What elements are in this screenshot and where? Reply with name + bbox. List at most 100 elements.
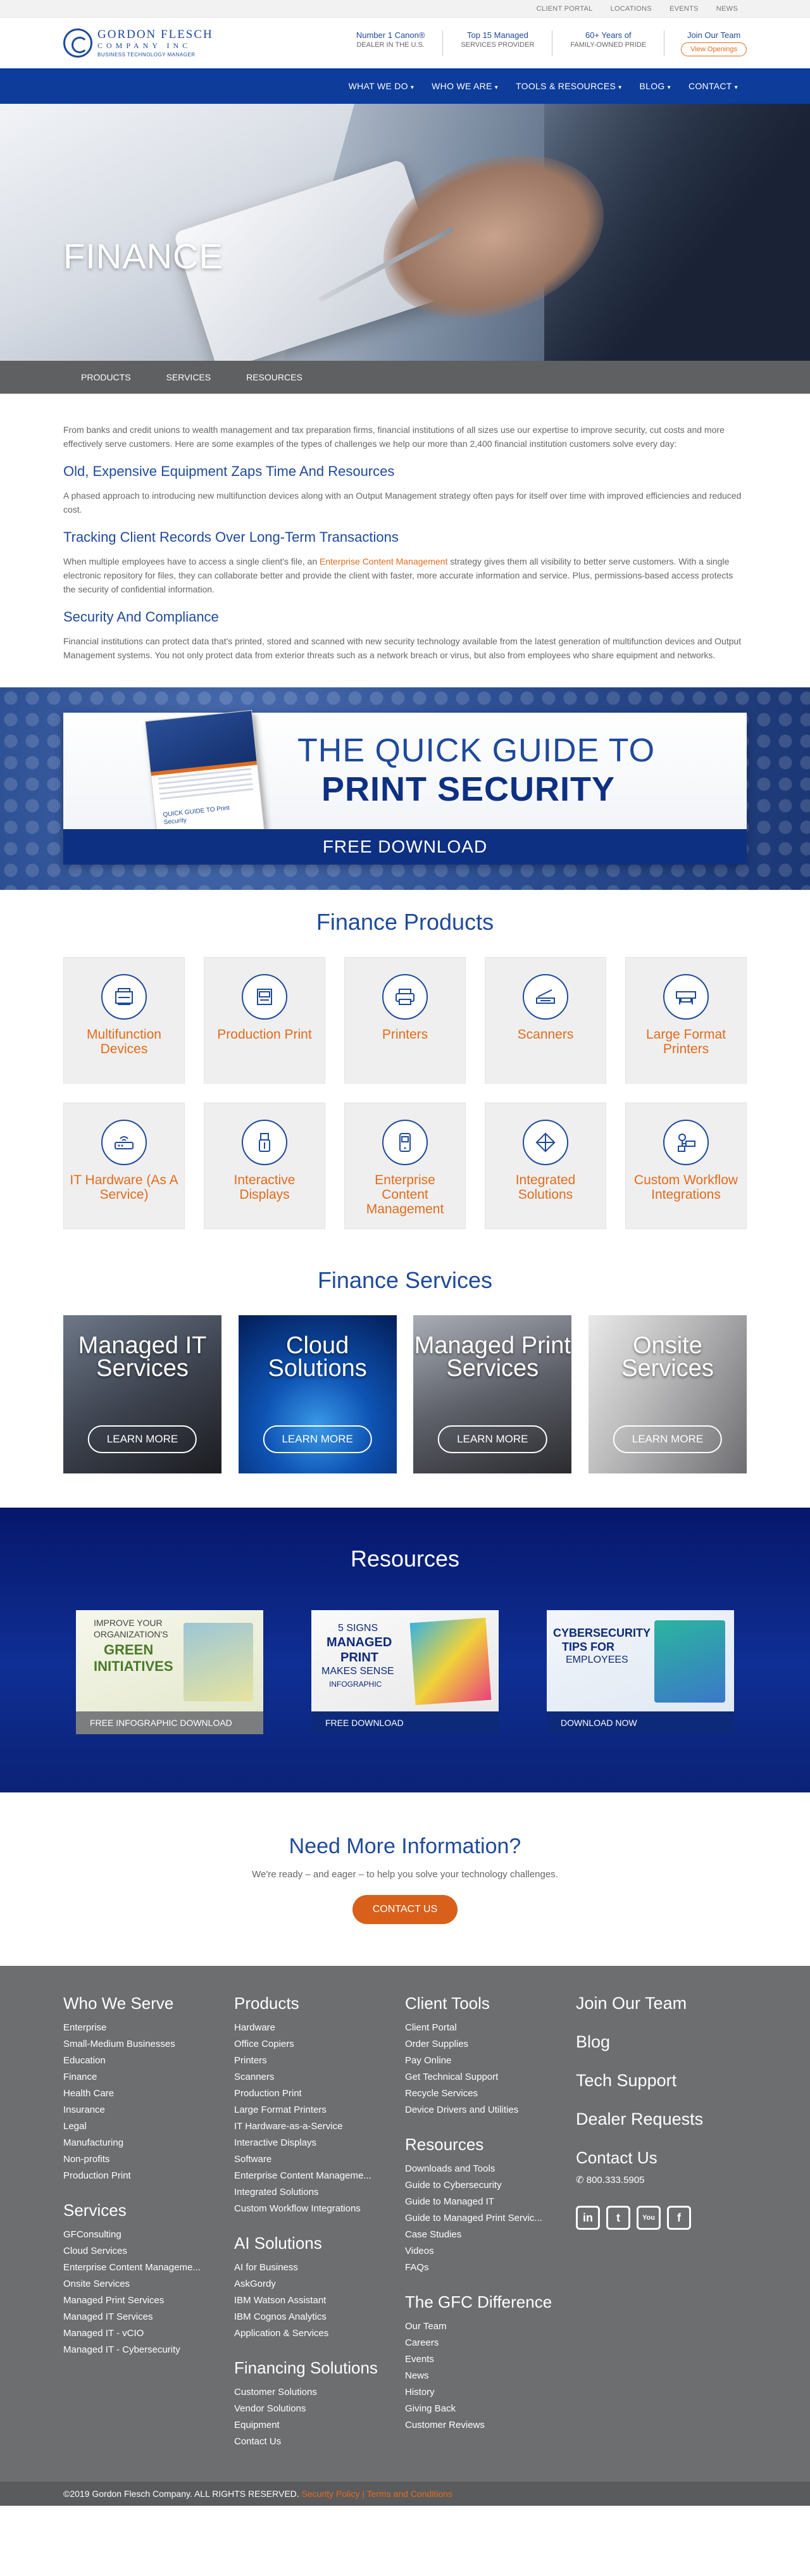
service-card-managed-it[interactable]: Managed IT Services LEARN MORE <box>63 1315 221 1473</box>
footer-link[interactable]: Videos <box>405 2243 563 2260</box>
product-card-production-print[interactable]: Production Print <box>204 957 325 1084</box>
footer-link-dealer-requests[interactable]: Dealer Requests <box>576 2110 747 2129</box>
service-card-managed-print[interactable]: Managed Print Services LEARN MORE <box>413 1315 572 1473</box>
footer-link[interactable]: Get Technical Support <box>405 2069 563 2085</box>
learn-more-button[interactable]: LEARN MORE <box>613 1425 723 1453</box>
footer-link[interactable]: Managed Print Services <box>63 2292 221 2309</box>
footer-link[interactable]: Custom Workflow Integrations <box>234 2201 392 2217</box>
footer-link[interactable]: Device Drivers and Utilities <box>405 2102 563 2118</box>
subnav-services[interactable]: SERVICES <box>149 372 229 382</box>
footer-link[interactable]: AI for Business <box>234 2260 392 2276</box>
learn-more-button[interactable]: LEARN MORE <box>263 1425 372 1453</box>
product-card-multifunction[interactable]: Multifunction Devices <box>63 957 185 1084</box>
footer-link[interactable]: Scanners <box>234 2069 392 2085</box>
utility-link-events[interactable]: EVENTS <box>661 5 707 13</box>
footer-link[interactable]: Small-Medium Businesses <box>63 2036 221 2053</box>
resource-card-managed-print[interactable]: 5 SIGNS MANAGED PRINT MAKES SENSE INFOGR… <box>311 1610 499 1734</box>
footer-link[interactable]: Managed IT Services <box>63 2309 221 2325</box>
nav-blog[interactable]: BLOG ▾ <box>631 81 680 91</box>
footer-link[interactable]: Giving Back <box>405 2401 563 2417</box>
footer-link[interactable]: GFConsulting <box>63 2227 221 2243</box>
footer-link[interactable]: Integrated Solutions <box>234 2184 392 2201</box>
free-download-button[interactable]: FREE DOWNLOAD <box>63 829 747 865</box>
footer-link[interactable]: Events <box>405 2351 563 2368</box>
footer-link[interactable]: Office Copiers <box>234 2036 392 2053</box>
footer-link[interactable]: Order Supplies <box>405 2036 563 2053</box>
product-card-scanners[interactable]: Scanners <box>485 957 606 1084</box>
footer-phone[interactable]: ✆ 800.333.5905 <box>576 2174 747 2185</box>
footer-link[interactable]: Education <box>63 2053 221 2069</box>
footer-link[interactable]: Equipment <box>234 2417 392 2434</box>
footer-link[interactable]: Interactive Displays <box>234 2135 392 2151</box>
footer-link[interactable]: Vendor Solutions <box>234 2401 392 2417</box>
linkedin-icon[interactable]: in <box>576 2206 600 2230</box>
footer-link[interactable]: IT Hardware-as-a-Service <box>234 2118 392 2135</box>
footer-link[interactable]: Software <box>234 2151 392 2168</box>
twitter-icon[interactable]: t <box>606 2206 630 2230</box>
nav-tools-resources[interactable]: TOOLS & RESOURCES ▾ <box>507 81 630 91</box>
product-card-printers[interactable]: Printers <box>344 957 466 1084</box>
ecm-link[interactable]: Enterprise Content Management <box>320 556 447 566</box>
terms-link[interactable]: Terms and Conditions <box>367 2489 452 2499</box>
product-card-custom-workflow[interactable]: Custom Workflow Integrations <box>625 1103 747 1229</box>
footer-link[interactable]: Pay Online <box>405 2053 563 2069</box>
footer-link[interactable]: Downloads and Tools <box>405 2161 563 2177</box>
footer-link[interactable]: Cloud Services <box>63 2243 221 2260</box>
free-download-resource-button[interactable]: FREE DOWNLOAD <box>311 1711 499 1734</box>
utility-link-locations[interactable]: LOCATIONS <box>602 5 661 13</box>
footer-link[interactable]: News <box>405 2368 563 2384</box>
nav-what-we-do[interactable]: WHAT WE DO ▾ <box>340 81 423 91</box>
footer-link[interactable]: Managed IT - Cybersecurity <box>63 2342 221 2358</box>
service-card-onsite[interactable]: Onsite Services LEARN MORE <box>588 1315 747 1473</box>
footer-link[interactable]: Contact Us <box>234 2434 392 2450</box>
footer-link[interactable]: Non-profits <box>63 2151 221 2168</box>
footer-link[interactable]: Enterprise <box>63 2020 221 2036</box>
product-card-large-format[interactable]: Large Format Printers <box>625 957 747 1084</box>
footer-link[interactable]: Hardware <box>234 2020 392 2036</box>
product-card-ecm[interactable]: Enterprise Content Management <box>344 1103 466 1229</box>
footer-link[interactable]: History <box>405 2384 563 2401</box>
utility-link-client-portal[interactable]: CLIENT PORTAL <box>528 5 602 13</box>
footer-link[interactable]: Health Care <box>63 2085 221 2102</box>
view-openings-button[interactable]: View Openings <box>681 42 747 56</box>
footer-link[interactable]: Production Print <box>234 2085 392 2102</box>
footer-link[interactable]: Enterprise Content Manageme... <box>234 2168 392 2184</box>
product-card-it-hardware[interactable]: IT Hardware (As A Service) <box>63 1103 185 1229</box>
learn-more-button[interactable]: LEARN MORE <box>438 1425 547 1453</box>
footer-link[interactable]: Application & Services <box>234 2325 392 2342</box>
learn-more-button[interactable]: LEARN MORE <box>87 1425 197 1453</box>
footer-link[interactable]: Finance <box>63 2069 221 2085</box>
download-now-button[interactable]: DOWNLOAD NOW <box>547 1711 734 1734</box>
utility-link-news[interactable]: NEWS <box>707 5 747 13</box>
product-card-interactive-displays[interactable]: Interactive Displays <box>204 1103 325 1229</box>
footer-link[interactable]: Onsite Services <box>63 2276 221 2292</box>
footer-link[interactable]: Guide to Managed Print Servic... <box>405 2210 563 2227</box>
subnav-products[interactable]: PRODUCTS <box>63 372 149 382</box>
nav-contact[interactable]: CONTACT ▾ <box>680 81 747 91</box>
service-card-cloud[interactable]: Cloud Solutions LEARN MORE <box>238 1315 397 1473</box>
footer-link[interactable]: Guide to Managed IT <box>405 2194 563 2210</box>
resource-card-green-initiatives[interactable]: IMPROVE YOUR ORGANIZATION'S GREEN INITIA… <box>76 1610 263 1734</box>
footer-link[interactable]: Guide to Cybersecurity <box>405 2177 563 2194</box>
footer-link[interactable]: Our Team <box>405 2318 563 2335</box>
footer-link[interactable]: IBM Watson Assistant <box>234 2292 392 2309</box>
footer-link[interactable]: Manufacturing <box>63 2135 221 2151</box>
footer-link[interactable]: IBM Cognos Analytics <box>234 2309 392 2325</box>
footer-link[interactable]: Customer Solutions <box>234 2384 392 2401</box>
footer-link-tech-support[interactable]: Tech Support <box>576 2071 747 2091</box>
subnav-resources[interactable]: RESOURCES <box>228 372 320 382</box>
youtube-icon[interactable]: You <box>637 2206 661 2230</box>
footer-link[interactable]: Large Format Printers <box>234 2102 392 2118</box>
footer-link[interactable]: Careers <box>405 2335 563 2351</box>
footer-link[interactable]: Production Print <box>63 2168 221 2184</box>
free-infographic-download-button[interactable]: FREE INFOGRAPHIC DOWNLOAD <box>76 1711 263 1734</box>
facebook-icon[interactable]: f <box>667 2206 691 2230</box>
company-logo[interactable]: GORDON FLESCH COMPANY INC BUSINESS TECHN… <box>63 28 278 58</box>
footer-link[interactable]: Customer Reviews <box>405 2417 563 2434</box>
footer-link[interactable]: Recycle Services <box>405 2085 563 2102</box>
footer-link[interactable]: Managed IT - vCIO <box>63 2325 221 2342</box>
footer-link[interactable]: Insurance <box>63 2102 221 2118</box>
footer-link[interactable]: Legal <box>63 2118 221 2135</box>
product-card-integrated-solutions[interactable]: Integrated Solutions <box>485 1103 606 1229</box>
contact-us-button[interactable]: CONTACT US <box>352 1895 458 1924</box>
